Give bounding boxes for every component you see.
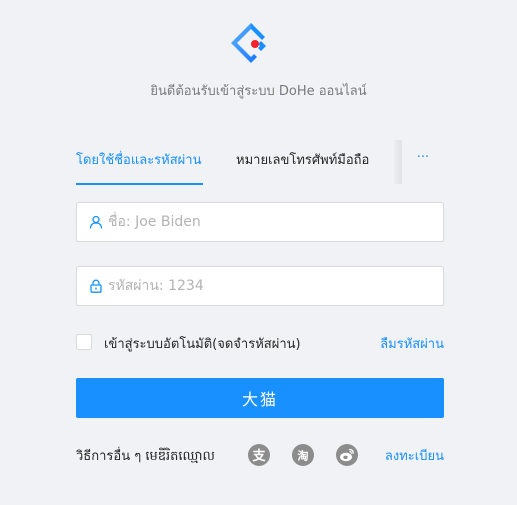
username-field bbox=[76, 202, 444, 242]
other-login-row: วิธีการอื่น ๆ មេឌីរិតឈ្មោល 支 淘 ลงทะเบียน bbox=[76, 441, 444, 469]
tab-mobile[interactable]: หมายเลขโทรศัพท์มือถือ bbox=[236, 138, 369, 184]
user-icon bbox=[89, 215, 103, 229]
username-input[interactable] bbox=[108, 203, 428, 241]
svg-text:淘: 淘 bbox=[298, 449, 309, 463]
logo-icon bbox=[231, 23, 266, 63]
other-login-label: วิธีการอื่น ๆ មេឌីរិតឈ្មោល bbox=[76, 449, 215, 464]
login-tabs: โดยใช้ชื่อและรหัสผ่าน หมายเลขโทรศัพท์มือ… bbox=[76, 138, 444, 186]
tab-more-button[interactable]: ··· bbox=[402, 138, 444, 184]
weibo-icon[interactable] bbox=[336, 444, 358, 466]
taobao-icon[interactable]: 淘 bbox=[292, 444, 314, 466]
remember-checkbox[interactable] bbox=[76, 334, 92, 350]
alipay-icon[interactable]: 支 bbox=[248, 444, 270, 466]
password-field bbox=[76, 266, 444, 306]
password-input[interactable] bbox=[108, 267, 428, 305]
tab-account[interactable]: โดยใช้ชื่อและรหัสผ่าน bbox=[76, 138, 201, 184]
tab-active-indicator bbox=[76, 183, 203, 185]
remember-label[interactable]: เข้าสู่ระบบอัตโนมัติ(จดจำรหัสผ่าน) bbox=[104, 333, 301, 354]
page-subtitle: ยินดีต้อนรับเข้าสู่ระบบ DoHe ออนไลน์ bbox=[150, 84, 367, 99]
forgot-password-link[interactable]: ลืมรหัสผ่าน bbox=[380, 333, 444, 354]
remember-row: เข้าสู่ระบบอัตโนมัติ(จดจำรหัสผ่าน) ลืมรห… bbox=[76, 332, 444, 352]
register-link[interactable]: ลงทะเบียน bbox=[385, 445, 444, 466]
login-button[interactable]: 大猫 bbox=[76, 378, 444, 418]
tab-overflow-shadow bbox=[394, 140, 402, 184]
lock-icon bbox=[90, 279, 102, 293]
svg-text:支: 支 bbox=[251, 448, 266, 464]
